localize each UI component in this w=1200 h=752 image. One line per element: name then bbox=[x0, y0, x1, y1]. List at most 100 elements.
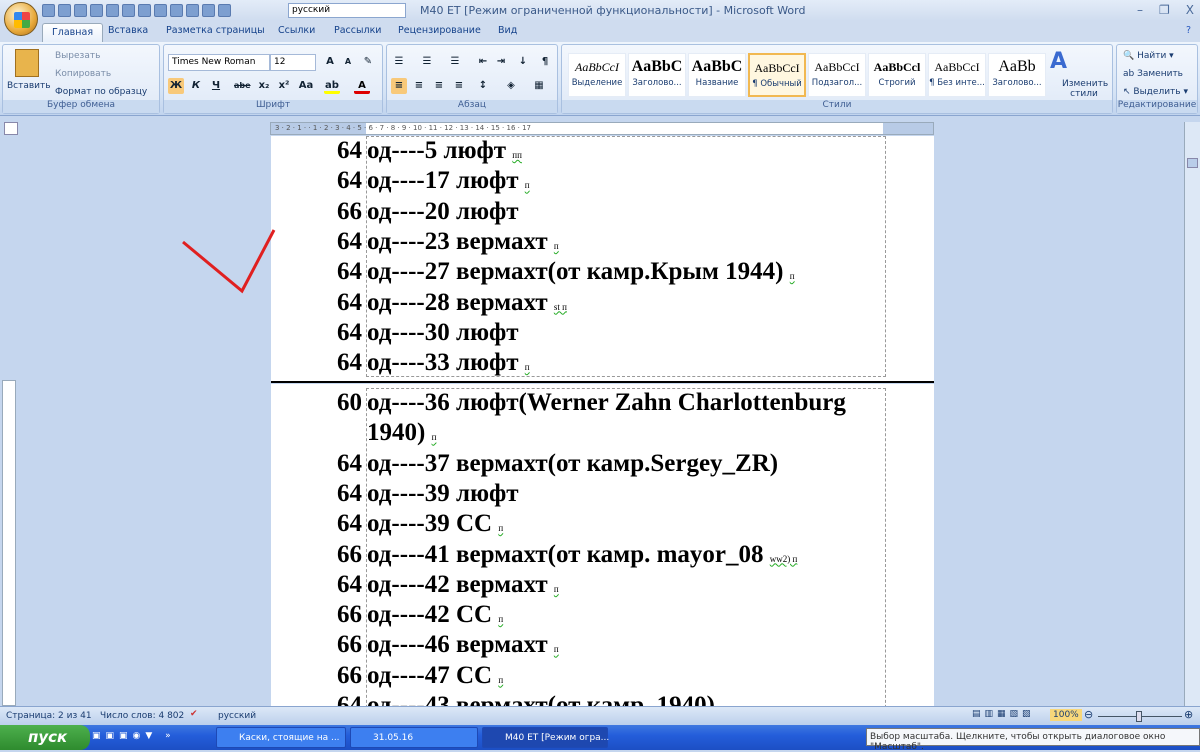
line-number: 64 bbox=[337, 167, 362, 195]
vertical-ruler[interactable] bbox=[2, 380, 16, 706]
zoom-level-button[interactable]: 100% bbox=[1050, 709, 1082, 721]
taskbar-item-browser[interactable]: Каски, стоящие на ... bbox=[216, 727, 346, 748]
superscript-button[interactable]: x² bbox=[276, 78, 292, 94]
style-item[interactable]: AaBbC Название bbox=[688, 53, 746, 97]
line-spacing-icon[interactable]: ↕ bbox=[475, 78, 491, 94]
new-icon[interactable] bbox=[42, 4, 55, 17]
zoom-out-button[interactable]: ⊖ bbox=[1084, 708, 1093, 721]
form-icon[interactable] bbox=[218, 4, 231, 17]
document-line: 64 од----39 люфт bbox=[271, 480, 891, 510]
word-count[interactable]: Число слов: 4 802 bbox=[100, 711, 184, 721]
proofing-icon[interactable]: ✔ bbox=[190, 709, 198, 719]
line-text: од----46 вермахт п bbox=[367, 631, 559, 659]
tab-insert[interactable]: Вставка bbox=[108, 25, 148, 36]
copy-button[interactable]: Копировать bbox=[55, 69, 111, 79]
paste-special-icon[interactable] bbox=[202, 4, 215, 17]
decrease-indent-icon[interactable]: ⇤ bbox=[475, 54, 491, 70]
bold-button[interactable]: Ж bbox=[168, 78, 184, 94]
strikethrough-button[interactable]: abe bbox=[234, 78, 251, 94]
subscript-button[interactable]: x₂ bbox=[256, 78, 272, 94]
change-styles-button[interactable]: Изменить стили bbox=[1062, 79, 1108, 99]
print-preview-icon[interactable] bbox=[154, 4, 167, 17]
bullets-icon[interactable]: ☰ bbox=[391, 54, 407, 70]
help-icon[interactable]: ? bbox=[1186, 25, 1191, 36]
vertical-scrollbar[interactable] bbox=[1184, 122, 1200, 706]
tab-review[interactable]: Рецензирование bbox=[398, 25, 481, 36]
language-status[interactable]: русский bbox=[218, 711, 256, 721]
numbering-icon[interactable]: ☰ bbox=[419, 54, 435, 70]
change-case-button[interactable]: Aa bbox=[298, 78, 314, 94]
taskbar-item-word[interactable]: M40 ET [Режим огра... bbox=[482, 727, 609, 748]
zoom-slider-thumb[interactable] bbox=[1136, 711, 1142, 722]
quick-launch-icons[interactable]: ▣▣▣◉▼ » bbox=[92, 731, 176, 741]
tab-page-layout[interactable]: Разметка страницы bbox=[166, 25, 265, 36]
save-icon[interactable] bbox=[74, 4, 87, 17]
style-item[interactable]: AaBbCcI Выделение bbox=[568, 53, 626, 97]
grow-font-button[interactable]: A bbox=[322, 54, 338, 70]
highlight-icon[interactable]: ab bbox=[324, 78, 340, 94]
italic-button[interactable]: К bbox=[188, 78, 204, 94]
replace-button[interactable]: ab Заменить bbox=[1123, 69, 1183, 79]
clear-format-icon[interactable]: ✎ bbox=[360, 54, 376, 70]
style-item[interactable]: AaBbC Заголово... bbox=[628, 53, 686, 97]
tab-home[interactable]: Главная bbox=[42, 23, 104, 42]
paste-button[interactable]: Вставить bbox=[7, 81, 51, 91]
justify-icon[interactable]: ≡ bbox=[451, 78, 467, 94]
borders-icon[interactable]: ▦ bbox=[531, 78, 547, 94]
view-buttons[interactable]: ▤▥▦▧▨ bbox=[972, 709, 1035, 719]
start-button[interactable]: пуск bbox=[0, 725, 90, 750]
tab-selector-button[interactable] bbox=[4, 122, 18, 135]
increase-indent-icon[interactable]: ⇥ bbox=[493, 54, 509, 70]
multilevel-icon[interactable]: ☰ bbox=[447, 54, 463, 70]
horizontal-ruler[interactable]: 3 · 2 · 1 · · 1 · 2 · 3 · 4 · 5 · 6 · 7 … bbox=[270, 122, 934, 135]
undo-icon[interactable] bbox=[106, 4, 119, 17]
align-left-icon[interactable]: ≡ bbox=[391, 78, 407, 94]
taskbar-item-folder[interactable]: 31.05.16 bbox=[350, 727, 478, 748]
select-button[interactable]: ↖ Выделить ▾ bbox=[1123, 87, 1188, 97]
restore-button[interactable]: ❐ bbox=[1159, 3, 1170, 17]
style-item[interactable]: AaBbCcI ¶ Обычный bbox=[748, 53, 806, 97]
minimize-button[interactable]: – bbox=[1137, 3, 1143, 17]
font-size-select[interactable]: 12 bbox=[270, 54, 316, 71]
format-painter-button[interactable]: Формат по образцу bbox=[55, 87, 147, 97]
sort-icon[interactable]: ↓ bbox=[515, 54, 531, 70]
underline-button[interactable]: Ч bbox=[208, 78, 224, 94]
equation-icon[interactable] bbox=[186, 4, 199, 17]
redo-icon[interactable] bbox=[122, 4, 135, 17]
style-item[interactable]: AaBbCcI ¶ Без инте... bbox=[928, 53, 986, 97]
align-right-icon[interactable]: ≡ bbox=[431, 78, 447, 94]
style-item[interactable]: AaBb Заголово... bbox=[988, 53, 1046, 97]
line-text: од----42 вермахт п bbox=[367, 571, 559, 599]
tab-references[interactable]: Ссылки bbox=[278, 25, 315, 36]
document-page[interactable]: 60 од----36 люфт(Werner Zahn Charlottenbu… bbox=[271, 384, 934, 706]
align-center-icon[interactable]: ≡ bbox=[411, 78, 427, 94]
zoom-icon[interactable] bbox=[138, 4, 151, 17]
office-button[interactable] bbox=[4, 2, 38, 36]
print-icon[interactable] bbox=[170, 4, 183, 17]
close-button[interactable]: X bbox=[1186, 3, 1194, 17]
page-count[interactable]: Страница: 2 из 41 bbox=[6, 711, 92, 721]
line-number: 64 bbox=[337, 349, 362, 377]
document-line: 64 од----39 СС п bbox=[271, 510, 891, 540]
open-icon[interactable] bbox=[58, 4, 71, 17]
show-marks-icon[interactable]: ¶ bbox=[537, 54, 553, 70]
line-content: од----42 вермахт bbox=[367, 570, 548, 598]
shrink-font-button[interactable]: A bbox=[340, 54, 356, 70]
tab-mailings[interactable]: Рассылки bbox=[334, 25, 381, 36]
tab-view[interactable]: Вид bbox=[498, 25, 517, 36]
line-number: 66 bbox=[337, 661, 362, 689]
scroll-thumb[interactable] bbox=[1187, 158, 1198, 168]
line-number: 60 bbox=[337, 389, 362, 416]
style-item[interactable]: AaBbCcl Строгий bbox=[868, 53, 926, 97]
cut-button[interactable]: Вырезать bbox=[55, 51, 100, 61]
font-color-icon[interactable]: A bbox=[354, 78, 370, 94]
find-button[interactable]: 🔍 Найти ▾ bbox=[1123, 51, 1174, 61]
document-page[interactable]: 64 од----5 люфт пп 64 од----17 люфт п 66 од--… bbox=[271, 136, 934, 381]
zoom-in-button[interactable]: ⊕ bbox=[1184, 708, 1193, 721]
shading-icon[interactable]: ◈ bbox=[503, 78, 519, 94]
style-item[interactable]: AaBbCcI Подзагол... bbox=[808, 53, 866, 97]
language-select[interactable]: русский bbox=[288, 3, 406, 18]
document-line: 64 од----30 люфт bbox=[271, 319, 891, 349]
save-as-icon[interactable] bbox=[90, 4, 103, 17]
font-name-select[interactable]: Times New Roman bbox=[168, 54, 270, 71]
